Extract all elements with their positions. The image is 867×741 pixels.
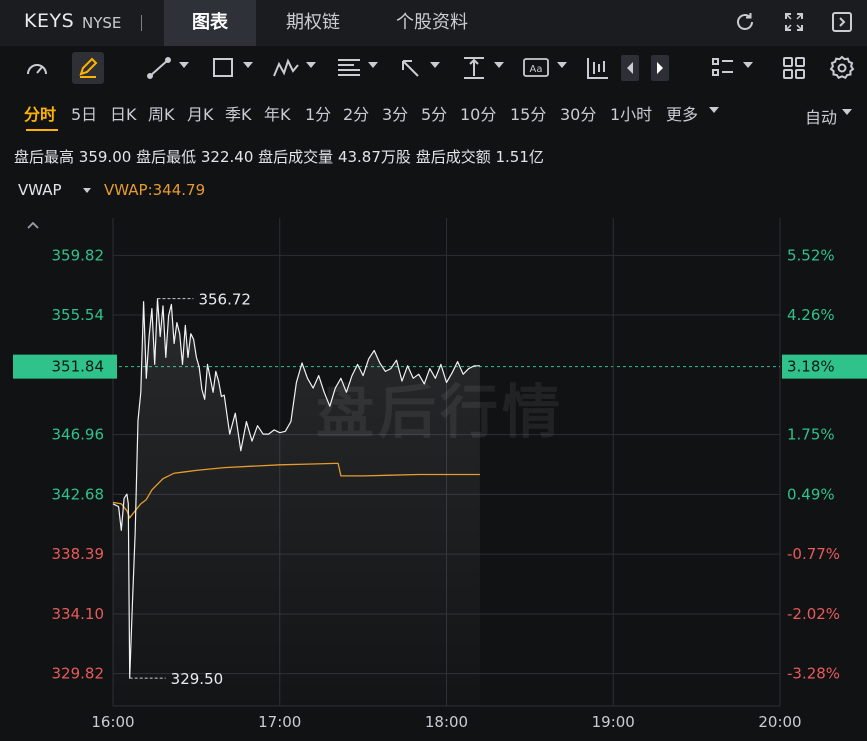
- stat-volume-label: 盘后成交量: [258, 148, 334, 166]
- pct-tick-label: -0.77%: [787, 545, 840, 563]
- pct-tick-label: 0.49%: [787, 485, 835, 503]
- svg-text:Aa: Aa: [530, 64, 543, 75]
- price-area-fill: [113, 298, 480, 706]
- period-daily[interactable]: 日K: [110, 101, 137, 125]
- time-tick-label: 20:00: [758, 713, 801, 731]
- min-marker-label: 329.50: [171, 670, 224, 688]
- refresh-icon[interactable]: [733, 10, 757, 34]
- period-intraday[interactable]: 分时: [24, 101, 56, 125]
- time-tick-label: 16:00: [91, 713, 134, 731]
- trend-line-icon[interactable]: [146, 54, 172, 82]
- exchange-name: NYSE: [82, 14, 122, 32]
- max-marker-label: 356.72: [198, 291, 251, 309]
- divider: [141, 15, 142, 31]
- chevron-down-icon[interactable]: [494, 62, 504, 68]
- scroll-right-button[interactable]: [651, 55, 669, 81]
- stat-amount-value: 1.51亿: [495, 148, 544, 166]
- tab-options-chain[interactable]: 期权链: [262, 0, 364, 46]
- price-tick-label: 334.10: [52, 605, 105, 623]
- rectangle-icon[interactable]: [210, 54, 236, 82]
- gear-icon[interactable]: [829, 54, 855, 82]
- layout-list-icon[interactable]: [710, 54, 736, 82]
- scroll-left-button[interactable]: [621, 55, 639, 81]
- tab-chart[interactable]: 图表: [164, 0, 256, 46]
- period-1min[interactable]: 1分: [305, 101, 331, 125]
- period-5d[interactable]: 5日: [71, 101, 97, 125]
- chevron-down-icon[interactable]: [557, 62, 567, 68]
- chevron-down-icon[interactable]: [83, 188, 91, 193]
- period-3min[interactable]: 3分: [382, 101, 408, 125]
- text-annotation-icon[interactable]: Aa: [522, 54, 550, 82]
- indicator-value: VWAP:344.79: [104, 181, 206, 199]
- period-5min[interactable]: 5分: [421, 101, 447, 125]
- candlestick-icon[interactable]: [585, 54, 611, 82]
- stat-high-label: 盘后最高: [14, 148, 75, 166]
- pct-tick-label: -2.02%: [787, 605, 840, 623]
- period-1hour[interactable]: 1小时: [610, 101, 652, 125]
- pct-tick-label: 4.26%: [787, 306, 835, 324]
- chevron-down-icon[interactable]: [709, 107, 719, 113]
- chevron-down-icon[interactable]: [306, 62, 316, 68]
- chevron-down-icon[interactable]: [842, 109, 852, 115]
- active-period-underline: [26, 129, 58, 131]
- period-30min[interactable]: 30分: [560, 101, 596, 125]
- pct-tick-label: -3.28%: [787, 665, 840, 683]
- price-tick-label: 359.82: [52, 246, 105, 264]
- period-quarterly[interactable]: 季K: [225, 101, 252, 125]
- tab-company-profile[interactable]: 个股资料: [374, 0, 490, 46]
- pct-tick-label: 3.18%: [787, 358, 835, 376]
- stat-amount-label: 盘后成交额: [415, 148, 491, 166]
- price-tick-label: 346.96: [52, 426, 105, 444]
- indicator-select[interactable]: VWAP: [18, 181, 62, 199]
- period-monthly[interactable]: 月K: [187, 101, 214, 125]
- fibonacci-icon[interactable]: [336, 54, 362, 82]
- period-selector: 分时 5日 日K 周K 月K 季K 年K 1分 2分 3分 5分 10分 15分…: [0, 90, 867, 132]
- period-15min[interactable]: 15分: [510, 101, 546, 125]
- stat-high-value: 359.00: [78, 148, 132, 166]
- chevron-down-icon[interactable]: [368, 62, 378, 68]
- chevron-down-icon[interactable]: [743, 62, 753, 68]
- collapse-panel-icon[interactable]: [830, 10, 854, 34]
- price-tick-label: 329.82: [52, 665, 105, 683]
- chevron-up-icon[interactable]: [26, 215, 40, 234]
- stat-low-value: 322.40: [200, 148, 254, 166]
- drawing-toolbar: Aa: [0, 46, 867, 90]
- price-tick-label: 355.54: [52, 306, 105, 324]
- chevron-down-icon[interactable]: [243, 62, 253, 68]
- price-tick-label: 338.39: [52, 545, 105, 563]
- period-more[interactable]: 更多: [666, 101, 698, 125]
- time-tick-label: 17:00: [258, 713, 301, 731]
- time-tick-label: 19:00: [592, 713, 635, 731]
- period-2min[interactable]: 2分: [343, 101, 369, 125]
- stat-low-label: 盘后最低: [136, 148, 197, 166]
- wave-pattern-icon[interactable]: [272, 54, 300, 82]
- scale-mode-select[interactable]: 自动: [805, 104, 837, 128]
- chevron-down-icon[interactable]: [430, 62, 440, 68]
- time-tick-label: 18:00: [425, 713, 468, 731]
- pct-tick-label: 1.75%: [787, 426, 835, 444]
- price-range-icon[interactable]: [461, 54, 487, 82]
- period-weekly[interactable]: 周K: [148, 101, 175, 125]
- arrow-icon[interactable]: [398, 54, 424, 82]
- price-tick-label: 342.68: [52, 485, 105, 503]
- pencil-icon[interactable]: [76, 54, 100, 82]
- gauge-icon[interactable]: [24, 54, 50, 82]
- pct-tick-label: 5.52%: [787, 246, 835, 264]
- chevron-down-icon[interactable]: [179, 62, 189, 68]
- top-bar: KEYS NYSE 图表 期权链 个股资料: [0, 0, 867, 46]
- period-yearly[interactable]: 年K: [264, 101, 291, 125]
- fullscreen-icon[interactable]: [782, 10, 806, 34]
- period-10min[interactable]: 10分: [460, 101, 496, 125]
- ticker-symbol: KEYS: [24, 10, 75, 32]
- stat-volume-value: 43.87万股: [337, 148, 411, 166]
- after-hours-stats: 盘后最高 359.00 盘后最低 322.40 盘后成交量 43.87万股 盘后…: [14, 146, 544, 167]
- price-tick-label: 351.84: [52, 358, 105, 376]
- grid-layout-icon[interactable]: [781, 54, 807, 82]
